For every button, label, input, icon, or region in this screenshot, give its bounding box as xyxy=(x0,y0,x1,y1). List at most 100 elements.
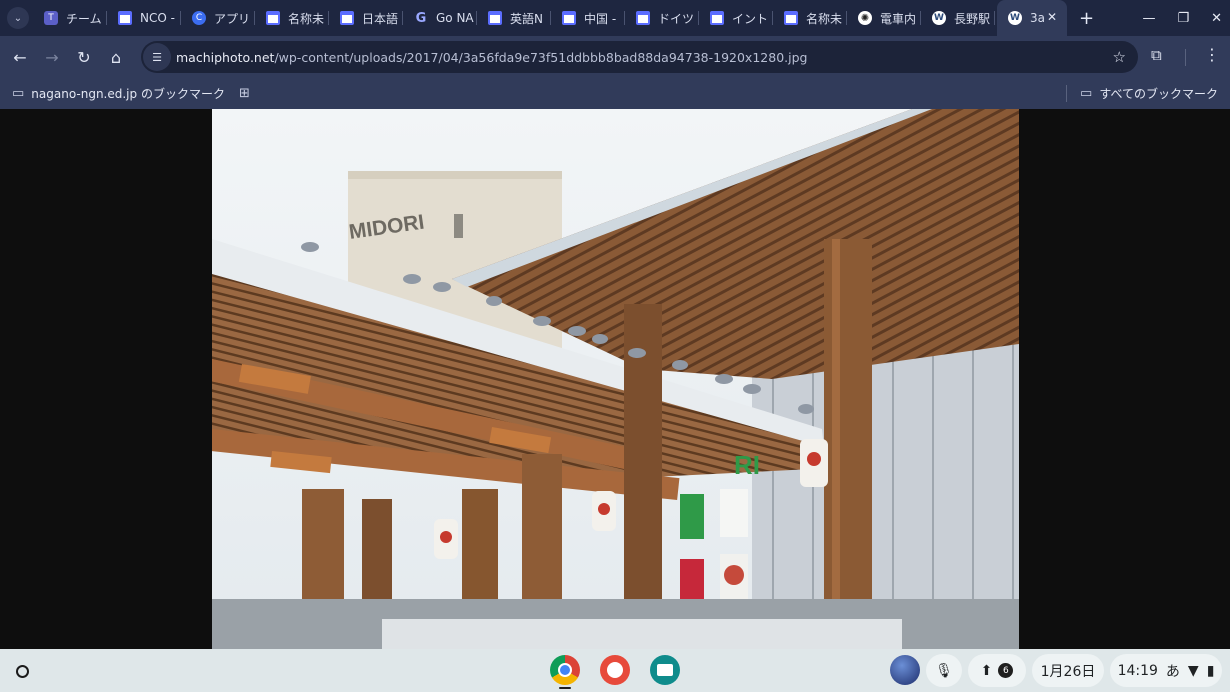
card-icon xyxy=(657,664,673,676)
arrow-right-icon: → xyxy=(45,47,59,67)
back-button[interactable]: ← xyxy=(4,41,36,73)
tab-4[interactable]: 日本語 xyxy=(329,0,403,36)
copilot-icon: C xyxy=(192,11,206,25)
wordpress-icon: W xyxy=(932,11,946,25)
paint-app-icon[interactable] xyxy=(600,655,630,685)
page-icon xyxy=(118,11,132,25)
system-shelf: 🎙 ⬆ 6 1月26日 14:19 あ ▼ ▮ xyxy=(0,649,1230,692)
apps-grid-icon[interactable]: ⊞ xyxy=(239,86,250,101)
notification-tray[interactable]: ⬆ 6 xyxy=(968,654,1026,687)
upload-icon: ⬆ xyxy=(980,662,993,679)
mic-button[interactable]: 🎙 xyxy=(926,654,962,687)
close-window-icon[interactable]: ✕ xyxy=(1211,11,1222,26)
teams-icon: T xyxy=(44,11,58,25)
tab-9[interactable]: イント xyxy=(699,0,773,36)
tab-3[interactable]: 名称未 xyxy=(255,0,329,36)
tab-11[interactable]: ✺ 電車内 xyxy=(847,0,921,36)
url-path: /wp-content/uploads/2017/04/3a56fda9e73f… xyxy=(274,49,808,65)
mic-icon: 🎙 xyxy=(935,662,953,679)
wordpress-icon: W xyxy=(1008,11,1022,25)
chrome-running-indicator xyxy=(559,687,571,689)
window-controls: — ❐ ✕ xyxy=(1142,0,1222,36)
tab-0[interactable]: T チーム xyxy=(33,0,107,36)
toolbar-divider xyxy=(1185,49,1186,66)
tab-8[interactable]: ドイツ xyxy=(625,0,699,36)
extensions-icon[interactable]: ⧉ xyxy=(1151,46,1162,64)
folder-icon: ▭ xyxy=(12,86,25,101)
wifi-icon: ▼ xyxy=(1187,662,1199,679)
notification-count-badge: 6 xyxy=(998,663,1014,678)
page-icon xyxy=(562,11,576,25)
tab-search-button[interactable]: ⌄ xyxy=(7,7,29,29)
tab-label: 中国 - xyxy=(584,11,617,26)
page-icon xyxy=(488,11,502,25)
minimize-icon[interactable]: — xyxy=(1142,11,1155,26)
status-area[interactable]: 14:19 あ ▼ ▮ xyxy=(1110,654,1222,687)
midori-sign: RI xyxy=(734,450,760,480)
toolbar: ← → ↻ ⌂ ☰ machiphoto.net/wp-content/uplo… xyxy=(0,36,1230,78)
site-info-button[interactable]: ☰ xyxy=(143,43,171,71)
tab-label: 名称未 xyxy=(806,11,843,26)
palette-icon xyxy=(607,662,623,678)
battery-icon: ▮ xyxy=(1206,662,1215,679)
tab-6[interactable]: 英語N xyxy=(477,0,551,36)
tab-list: T チーム NCO - C アプリ 名称未 日本語 G Go NA 英語N 中国 - ドイツ イント 名称… xyxy=(33,0,995,36)
tab-label: ドイツ xyxy=(658,11,695,26)
clock-label: 14:19 xyxy=(1117,662,1158,679)
bookmarks-divider xyxy=(1066,85,1067,102)
tab-7[interactable]: 中国 - xyxy=(551,0,625,36)
tab-label: NCO - xyxy=(140,11,175,25)
avatar[interactable] xyxy=(890,655,920,685)
url-text[interactable]: machiphoto.net/wp-content/uploads/2017/0… xyxy=(176,50,807,65)
tab-label: チーム xyxy=(66,11,102,26)
station-photo-image: MIDORI RI xyxy=(212,109,1019,649)
chrome-app-icon[interactable] xyxy=(550,655,580,685)
tab-10[interactable]: 名称未 xyxy=(773,0,847,36)
tab-1[interactable]: NCO - xyxy=(107,0,181,36)
page-icon xyxy=(340,11,354,25)
station-photo: MIDORI RI xyxy=(212,109,1019,649)
close-icon[interactable]: ✕ xyxy=(1047,10,1057,24)
bookmark-star-icon[interactable]: ☆ xyxy=(1113,48,1126,66)
url-host: machiphoto.net xyxy=(176,49,275,65)
page-icon xyxy=(636,11,650,25)
home-button[interactable]: ⌂ xyxy=(100,41,132,73)
page-viewport: MIDORI RI xyxy=(0,109,1230,649)
tab-5[interactable]: G Go NA xyxy=(403,0,477,36)
managed-bookmarks-folder[interactable]: ▭ nagano-ngn.ed.jp のブックマーク xyxy=(12,85,225,102)
all-bookmarks-button[interactable]: ▭ すべてのブックマーク xyxy=(1080,85,1218,102)
bookmark-folder-label: nagano-ngn.ed.jp のブックマーク xyxy=(31,87,225,101)
tab-label: 日本語 xyxy=(362,11,399,26)
launcher-button[interactable] xyxy=(8,657,36,685)
ime-indicator: あ xyxy=(1165,663,1180,680)
restore-icon[interactable]: ❐ xyxy=(1177,11,1189,26)
chrome-center xyxy=(558,663,572,677)
classroom-app-icon[interactable] xyxy=(650,655,680,685)
tab-label: アプリ xyxy=(214,11,251,26)
date-label: 1月26日 xyxy=(1040,663,1096,680)
tab-active[interactable]: W 3a ✕ xyxy=(997,0,1067,36)
tune-icon: ☰ xyxy=(152,50,162,64)
launcher-circle-icon xyxy=(15,664,29,678)
tab-strip: ⌄ T チーム NCO - C アプリ 名称未 日本語 G Go NA 英語N 中国 - ドイツ イント… xyxy=(0,0,1230,36)
tab-label: イント xyxy=(732,11,769,26)
reload-button[interactable]: ↻ xyxy=(68,41,100,73)
home-icon: ⌂ xyxy=(110,47,122,67)
address-bar[interactable]: ☰ machiphoto.net/wp-content/uploads/2017… xyxy=(141,41,1138,73)
folder-icon: ▭ xyxy=(1080,86,1093,101)
tab-2[interactable]: C アプリ xyxy=(181,0,255,36)
tab-label: 英語N xyxy=(510,11,543,26)
page-icon xyxy=(710,11,724,25)
bookmarks-bar: ▭ nagano-ngn.ed.jp のブックマーク ⊞ ▭ すべてのブックマー… xyxy=(0,78,1230,109)
tab-12[interactable]: W 長野駅 xyxy=(921,0,995,36)
page-icon xyxy=(784,11,798,25)
more-menu-icon[interactable]: ⋮ xyxy=(1204,45,1220,64)
tab-label: 名称未 xyxy=(288,11,325,26)
new-tab-button[interactable]: + xyxy=(1079,8,1094,29)
reload-icon: ↻ xyxy=(77,47,91,67)
google-icon: G xyxy=(415,10,427,26)
chatgpt-icon: ✺ xyxy=(858,11,872,25)
forward-button[interactable]: → xyxy=(36,41,68,73)
tab-label: Go NA xyxy=(436,11,474,25)
date-button[interactable]: 1月26日 xyxy=(1032,654,1104,687)
